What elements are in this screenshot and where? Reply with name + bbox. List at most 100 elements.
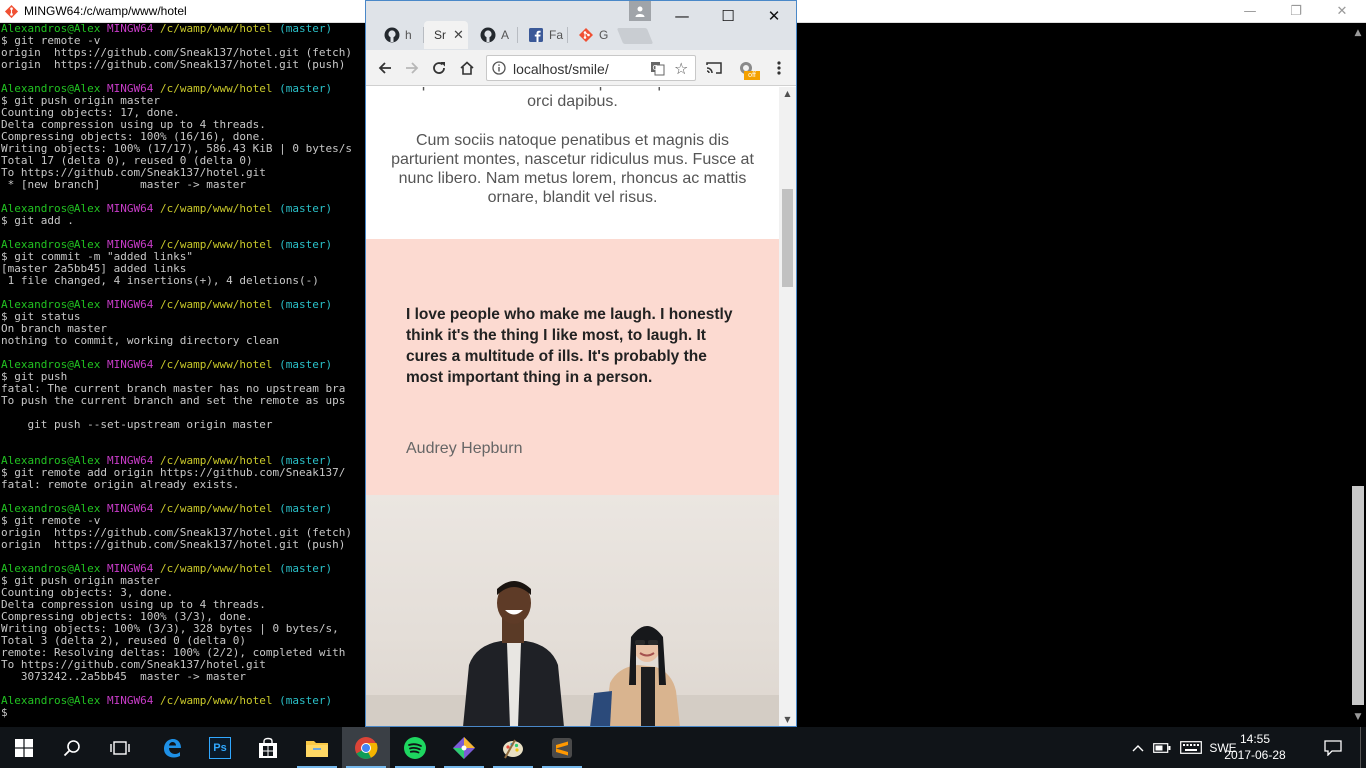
action-center-button[interactable] bbox=[1318, 727, 1348, 768]
quote-text: I love people who make me laugh. I hones… bbox=[406, 306, 733, 386]
spotify-button[interactable] bbox=[391, 727, 439, 768]
info-icon[interactable] bbox=[492, 61, 506, 75]
url-text: localhost/smile/ bbox=[513, 61, 609, 77]
tab-label: Sr bbox=[434, 28, 446, 42]
photoshop-icon: Ps bbox=[209, 736, 231, 759]
terminal-line: git push --set-upstream origin master bbox=[1, 419, 352, 431]
terminal-restore-button[interactable]: ❐ bbox=[1273, 0, 1319, 23]
scroll-up-arrow-icon[interactable]: ▲ bbox=[779, 87, 796, 101]
address-bar[interactable]: localhost/smile/ G ☆ bbox=[486, 55, 696, 81]
terminal-lines: Alexandros@Alex MINGW64 /c/wamp/www/hote… bbox=[1, 23, 352, 719]
tray-overflow-button[interactable] bbox=[1128, 727, 1148, 768]
github-icon bbox=[384, 27, 400, 43]
terminal-text: /c/wamp/www/hotel bbox=[159, 23, 280, 35]
forward-button[interactable] bbox=[400, 56, 424, 80]
photoshop-button[interactable]: Ps bbox=[196, 727, 244, 768]
paint-button[interactable] bbox=[489, 727, 537, 768]
terminal-text: /c/wamp/www/hotel bbox=[159, 202, 280, 215]
hero-photo bbox=[366, 495, 779, 726]
terminal-text: $ git add . bbox=[1, 214, 74, 227]
profile-button[interactable] bbox=[629, 1, 651, 21]
search-button[interactable] bbox=[48, 727, 96, 768]
terminal-text: origin https://github.com/Sneak137/hotel… bbox=[1, 538, 346, 551]
home-button[interactable] bbox=[455, 56, 479, 80]
back-arrow-icon bbox=[378, 62, 391, 74]
menu-button[interactable] bbox=[767, 56, 791, 80]
sublime-text-button[interactable] bbox=[538, 727, 586, 768]
terminal-line: Alexandros@Alex MINGW64 /c/wamp/www/hote… bbox=[1, 695, 352, 707]
tab-facebook[interactable]: Fa bbox=[518, 21, 568, 49]
scroll-down-arrow-icon[interactable]: ▼ bbox=[779, 713, 796, 726]
translate-icon[interactable]: G bbox=[650, 61, 665, 76]
keyboard-button[interactable] bbox=[1178, 727, 1204, 768]
terminal-scrollbar[interactable]: ▲ ▼ bbox=[1350, 23, 1366, 727]
page-scroll-thumb[interactable] bbox=[782, 189, 793, 287]
terminal-text: /c/wamp/www/hotel bbox=[159, 82, 280, 95]
terminal-text: (master) bbox=[279, 562, 333, 575]
cast-button[interactable] bbox=[702, 56, 726, 80]
terminal-text: MINGW64 bbox=[106, 298, 160, 311]
clock-date: 2017-06-28 bbox=[1224, 748, 1286, 762]
terminal-line: $ git add . bbox=[1, 215, 352, 227]
tab-label: Fa bbox=[549, 28, 564, 42]
scroll-down-arrow-icon[interactable]: ▼ bbox=[1350, 709, 1366, 725]
back-button[interactable] bbox=[373, 56, 397, 80]
tab-github-2[interactable]: A bbox=[470, 21, 518, 49]
terminal-text: nothing to commit, working directory cle… bbox=[1, 334, 280, 347]
git-client-button[interactable] bbox=[440, 727, 488, 768]
show-desktop-button[interactable] bbox=[1360, 727, 1366, 768]
terminal-text: /c/wamp/www/hotel bbox=[159, 502, 280, 515]
chrome-close-button[interactable]: ✕ bbox=[751, 1, 796, 31]
edge-icon bbox=[164, 738, 181, 757]
terminal-text: fatal: remote origin already exists. bbox=[1, 478, 240, 491]
git-icon bbox=[453, 736, 475, 759]
terminal-minimize-button[interactable]: — bbox=[1227, 0, 1273, 23]
chrome-taskbar-button[interactable] bbox=[342, 727, 390, 768]
terminal-text: 1 file changed, 4 insertions(+), 4 delet… bbox=[1, 274, 319, 287]
file-explorer-button[interactable] bbox=[293, 727, 341, 768]
clock[interactable]: 14:55 2017-06-28 bbox=[1222, 731, 1288, 763]
reload-button[interactable] bbox=[427, 56, 451, 80]
task-view-icon bbox=[110, 740, 130, 755]
git-bash-icon bbox=[4, 4, 19, 19]
start-button[interactable] bbox=[0, 727, 48, 768]
person-icon bbox=[635, 6, 645, 17]
terminal-scroll-thumb[interactable] bbox=[1352, 486, 1364, 705]
notification-icon bbox=[1324, 739, 1342, 756]
terminal-text: Alexandros@Alex bbox=[1, 694, 107, 707]
page-viewport[interactable]: Sed pharetra erat vitae dui imperdiet qu… bbox=[366, 87, 779, 726]
terminal-text: 3073242..2a5bb45 master -> master bbox=[1, 670, 247, 683]
facebook-icon bbox=[529, 28, 543, 42]
forward-arrow-icon bbox=[406, 62, 419, 74]
store-button[interactable] bbox=[244, 727, 292, 768]
chrome-maximize-button[interactable]: ☐ bbox=[705, 1, 751, 31]
tab-close-icon[interactable]: ✕ bbox=[453, 27, 464, 43]
file-explorer-icon bbox=[306, 740, 328, 757]
terminal-line: origin https://github.com/Sneak137/hotel… bbox=[1, 539, 352, 551]
chrome-minimize-button[interactable]: — bbox=[659, 1, 705, 31]
tab-label: A bbox=[501, 28, 510, 42]
bookmark-star-icon[interactable]: ☆ bbox=[674, 59, 688, 78]
scroll-up-arrow-icon[interactable]: ▲ bbox=[1350, 25, 1366, 41]
terminal-text: (master) bbox=[279, 502, 333, 515]
search-icon bbox=[63, 739, 80, 756]
terminal-text: MINGW64 bbox=[106, 358, 160, 371]
battery-button[interactable] bbox=[1150, 727, 1174, 768]
task-view-button[interactable] bbox=[96, 727, 144, 768]
new-tab-button[interactable] bbox=[616, 28, 654, 44]
edge-button[interactable] bbox=[148, 727, 196, 768]
tab-git[interactable]: G bbox=[568, 21, 616, 49]
intro-paragraph: Sed pharetra erat vitae dui imperdiet qu… bbox=[389, 87, 756, 110]
terminal-line: fatal: remote origin already exists. bbox=[1, 479, 352, 491]
terminal-close-button[interactable]: ✕ bbox=[1319, 0, 1365, 23]
spotify-icon bbox=[404, 736, 426, 759]
terminal-text: /c/wamp/www/hotel bbox=[159, 562, 280, 575]
tab-github-1[interactable]: h bbox=[374, 21, 424, 49]
sublime-text-icon bbox=[552, 737, 572, 758]
page-scrollbar[interactable]: ▲ ▼ bbox=[779, 87, 796, 726]
paint-icon bbox=[503, 739, 523, 758]
tab-smile-active[interactable]: Sr ✕ bbox=[424, 21, 468, 49]
browser-toolbar: localhost/smile/ G ☆ bbox=[366, 50, 796, 86]
git-icon bbox=[579, 28, 593, 42]
